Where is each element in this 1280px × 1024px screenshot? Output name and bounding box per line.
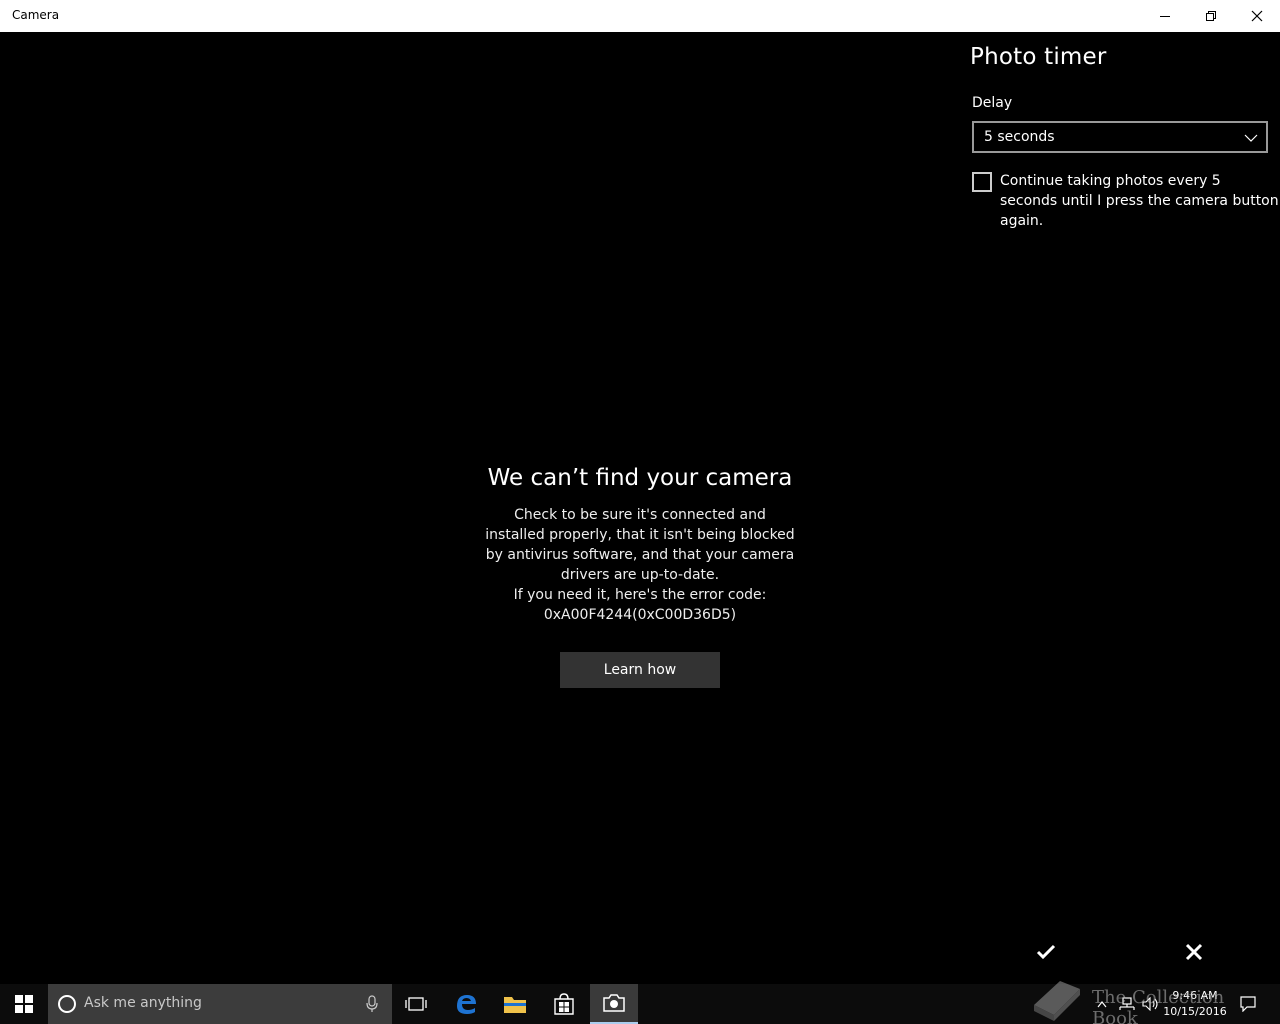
panel-title: Photo timer [970, 44, 1107, 70]
error-line: installed properly, that it isn't being … [485, 527, 795, 543]
error-line: drivers are up-to-date. [560, 567, 720, 583]
delay-value: 5 seconds [984, 129, 1055, 145]
error-line: Check to be sure it's connected and [514, 507, 766, 523]
camera-taskbar-button[interactable] [590, 984, 638, 1024]
start-button[interactable] [0, 984, 48, 1024]
error-title: We can’t find your camera [487, 465, 793, 491]
store-icon [554, 993, 574, 1015]
error-line: by antivirus software, and that your cam… [485, 547, 795, 563]
watermark: The Collection Book [1030, 975, 1270, 1024]
title-bar: Camera [0, 0, 1280, 32]
delay-dropdown[interactable]: 5 seconds [972, 121, 1268, 153]
continuous-checkbox[interactable] [972, 172, 992, 192]
x-icon [1185, 943, 1203, 961]
cancel-button[interactable] [1178, 936, 1210, 968]
search-placeholder: Ask me anything [84, 995, 202, 1011]
confirm-button[interactable] [1030, 936, 1062, 968]
watermark-text: The Collection Book [1092, 987, 1225, 1024]
camera-error-message: We can’t find your camera Check to be su… [460, 465, 820, 625]
microphone-icon[interactable] [366, 995, 378, 1013]
close-window-button[interactable] [1234, 0, 1280, 32]
minimize-icon [1160, 16, 1170, 17]
photo-timer-panel: Photo timer Delay 5 seconds Continue tak… [958, 32, 1280, 984]
cortana-icon [58, 995, 76, 1013]
cortana-search-box[interactable]: Ask me anything [48, 984, 392, 1024]
file-explorer-icon [504, 997, 526, 1013]
edge-icon [457, 995, 476, 1014]
chevron-down-icon [1244, 134, 1258, 142]
edge-taskbar-button[interactable] [442, 984, 490, 1024]
book-icon [1034, 981, 1080, 1021]
window-title: Camera [12, 8, 60, 22]
error-line: If you need it, here's the error code: [513, 587, 767, 603]
store-taskbar-button[interactable] [540, 984, 588, 1024]
close-icon [1251, 10, 1263, 22]
continuous-label: Continue taking photos every 5 seconds u… [1000, 173, 1279, 229]
file-explorer-taskbar-button[interactable] [491, 984, 539, 1024]
error-code: 0xA00F4244(0xC00D36D5) [543, 607, 737, 623]
minimize-button[interactable] [1142, 0, 1188, 32]
task-view-icon [405, 997, 427, 1011]
camera-icon [603, 994, 625, 1012]
checkmark-icon [1036, 944, 1056, 960]
delay-label: Delay [972, 95, 1013, 111]
restore-button[interactable] [1188, 0, 1234, 32]
windows-logo-icon [15, 995, 33, 1013]
learn-how-button[interactable]: Learn how [560, 652, 720, 688]
restore-icon [1206, 11, 1216, 21]
error-body: Check to be sure it's connected and inst… [460, 505, 820, 625]
task-view-button[interactable] [392, 984, 440, 1024]
